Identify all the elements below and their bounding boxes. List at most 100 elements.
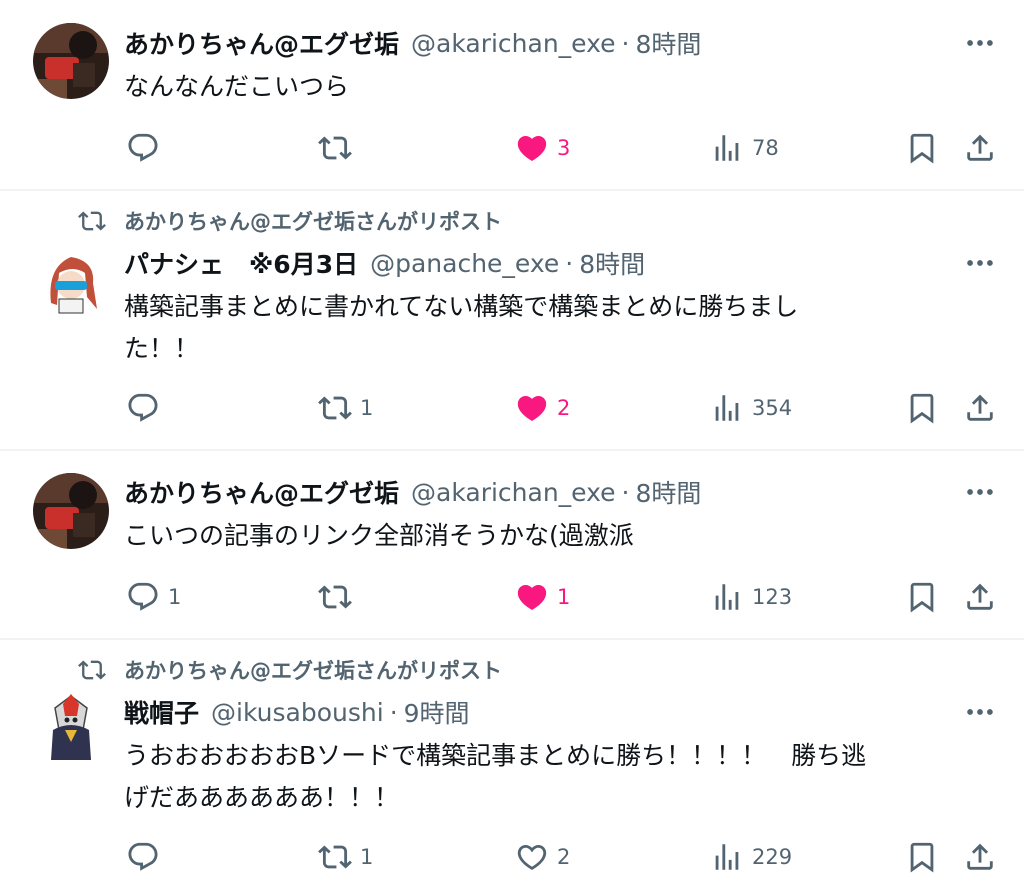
- repost-button[interactable]: [318, 128, 360, 168]
- like-button[interactable]: 2: [515, 388, 570, 428]
- avatar[interactable]: [33, 690, 109, 766]
- views-button[interactable]: 123: [710, 577, 792, 617]
- author-handle[interactable]: @akarichan_exe: [411, 478, 616, 507]
- bookmark-icon: [905, 391, 939, 425]
- author-name[interactable]: 戦帽子: [124, 694, 199, 730]
- more-icon: [963, 475, 997, 509]
- share-button[interactable]: [963, 837, 997, 877]
- repost-indicator[interactable]: あかりちゃん@エグゼ垢さんがリポスト: [78, 656, 502, 684]
- action-bar: 1 2 229: [0, 837, 1024, 877]
- repost-icon: [78, 656, 106, 684]
- avatar[interactable]: [33, 23, 109, 99]
- repost-icon: [318, 391, 352, 425]
- like-button[interactable]: 3: [515, 128, 570, 168]
- reply-icon: [126, 131, 160, 165]
- avatar[interactable]: [33, 473, 109, 549]
- share-button[interactable]: [963, 388, 997, 428]
- reply-button[interactable]: 1: [126, 577, 181, 617]
- post-time[interactable]: 8時間: [635, 474, 701, 510]
- separator-dot: ·: [389, 697, 398, 727]
- bookmark-icon: [905, 131, 939, 165]
- like-button[interactable]: 1: [515, 577, 570, 617]
- heart-icon: [515, 391, 549, 425]
- reply-button[interactable]: [126, 837, 168, 877]
- post-text: 構築記事まとめに書かれてない構築で構築まとめに勝ちまし た！！: [124, 292, 799, 363]
- separator-dot: ·: [621, 477, 630, 507]
- views-icon: [710, 131, 744, 165]
- views-icon: [710, 580, 744, 614]
- share-button[interactable]: [963, 128, 997, 168]
- view-count: 123: [752, 585, 793, 609]
- reply-icon: [126, 391, 160, 425]
- like-button[interactable]: 2: [515, 837, 570, 877]
- bookmark-icon: [905, 580, 939, 614]
- repost-count: 1: [360, 845, 374, 869]
- views-icon: [710, 391, 744, 425]
- reply-count: 1: [168, 585, 182, 609]
- more-button[interactable]: [960, 26, 1000, 60]
- tweet[interactable]: あかりちゃん@エグゼ垢 @akarichan_exe · 8時間 こいつの記事の…: [0, 451, 1024, 639]
- view-count: 354: [752, 396, 793, 420]
- like-count: 1: [557, 585, 571, 609]
- action-bar: 3 78: [0, 128, 1024, 168]
- author-handle[interactable]: @ikusaboushi: [211, 698, 384, 727]
- tweet[interactable]: あかりちゃん@エグゼ垢さんがリポスト パナシェ ※6月3日 @panache_e…: [0, 191, 1024, 449]
- view-count: 229: [752, 845, 793, 869]
- repost-icon: [318, 580, 352, 614]
- reply-icon: [126, 580, 160, 614]
- author-name[interactable]: あかりちゃん@エグゼ垢: [124, 25, 399, 61]
- heart-icon: [515, 131, 549, 165]
- avatar[interactable]: [33, 243, 109, 319]
- like-count: 2: [557, 845, 571, 869]
- repost-button[interactable]: 1: [318, 388, 373, 428]
- share-icon: [963, 580, 997, 614]
- repost-indicator[interactable]: あかりちゃん@エグゼ垢さんがリポスト: [78, 207, 502, 235]
- bookmark-button[interactable]: [905, 128, 939, 168]
- more-icon: [963, 695, 997, 729]
- like-count: 2: [557, 396, 571, 420]
- share-icon: [963, 391, 997, 425]
- post-time[interactable]: 9時間: [404, 694, 470, 730]
- post-time[interactable]: 8時間: [635, 25, 701, 61]
- reply-button[interactable]: [126, 388, 168, 428]
- reply-button[interactable]: [126, 128, 168, 168]
- bookmark-button[interactable]: [905, 837, 939, 877]
- views-button[interactable]: 78: [710, 128, 779, 168]
- bookmark-icon: [905, 840, 939, 874]
- views-button[interactable]: 229: [710, 837, 792, 877]
- repost-count: 1: [360, 396, 374, 420]
- more-icon: [963, 246, 997, 280]
- post-text: なんなんだこいつら: [124, 72, 350, 101]
- post-time[interactable]: 8時間: [579, 245, 645, 281]
- repost-icon: [318, 840, 352, 874]
- heart-icon: [515, 580, 549, 614]
- repost-button[interactable]: 1: [318, 837, 373, 877]
- reply-icon: [126, 840, 160, 874]
- like-count: 3: [557, 136, 571, 160]
- post-text: うおおおおおおBソードで構築記事まとめに勝ち！！！！ 勝ち逃 げだああああああ！…: [124, 741, 867, 812]
- more-button[interactable]: [960, 475, 1000, 509]
- author-name[interactable]: パナシェ ※6月3日: [124, 245, 358, 281]
- bookmark-button[interactable]: [905, 577, 939, 617]
- view-count: 78: [752, 136, 779, 160]
- author-handle[interactable]: @akarichan_exe: [411, 29, 616, 58]
- action-bar: 1 2 354: [0, 388, 1024, 428]
- author-handle[interactable]: @panache_exe: [370, 249, 559, 278]
- views-button[interactable]: 354: [710, 388, 792, 428]
- more-button[interactable]: [960, 246, 1000, 280]
- tweet[interactable]: あかりちゃん@エグゼ垢 @akarichan_exe · 8時間 なんなんだこい…: [0, 0, 1024, 190]
- share-icon: [963, 131, 997, 165]
- repost-button[interactable]: [318, 577, 360, 617]
- views-icon: [710, 840, 744, 874]
- more-button[interactable]: [960, 695, 1000, 729]
- heart-icon: [515, 840, 549, 874]
- author-name[interactable]: あかりちゃん@エグゼ垢: [124, 474, 399, 510]
- post-text: こいつの記事のリンク全部消そうかな(過激派: [124, 521, 634, 550]
- tweet[interactable]: あかりちゃん@エグゼ垢さんがリポスト 戦帽子 @ikusaboushi · 9時…: [0, 640, 1024, 890]
- share-button[interactable]: [963, 577, 997, 617]
- repost-label: あかりちゃん@エグゼ垢さんがリポスト: [124, 659, 502, 683]
- more-icon: [963, 26, 997, 60]
- separator-dot: ·: [621, 28, 630, 58]
- bookmark-button[interactable]: [905, 388, 939, 428]
- repost-icon: [78, 207, 106, 235]
